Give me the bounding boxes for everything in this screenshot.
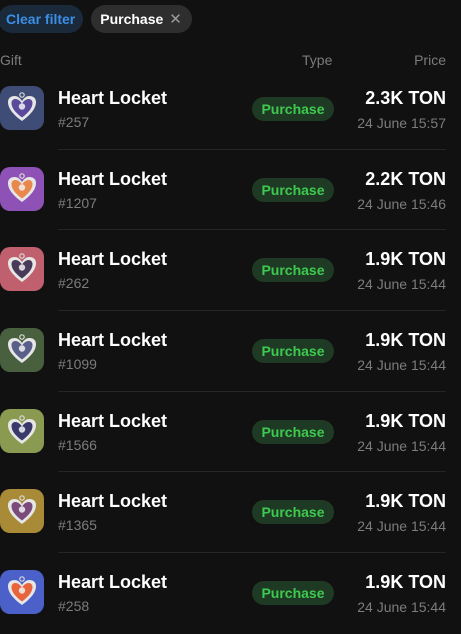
type-badge: Purchase [252, 500, 334, 525]
gift-number: #1207 [58, 194, 97, 211]
transaction-list: Heart Locket #257 Purchase 2.3K TON 24 J… [0, 69, 461, 634]
heart-locket-graphic [8, 172, 36, 202]
timestamp: 24 June 15:46 [357, 195, 446, 212]
heart-locket-graphic [8, 576, 36, 606]
type-badge: Purchase [252, 258, 334, 283]
list-item[interactable]: Heart Locket #1099 Purchase 1.9K TON 24 … [0, 311, 461, 392]
price-value: 2.3K TON [365, 88, 446, 108]
type-badge: Purchase [252, 581, 334, 606]
list-item[interactable]: Heart Locket #1207 Purchase 2.2K TON 24 … [0, 150, 461, 231]
gift-name: Heart Locket [58, 330, 168, 351]
gift-name: Heart Locket [58, 491, 168, 512]
gift-number: #1566 [58, 436, 97, 453]
timestamp: 24 June 15:44 [357, 599, 446, 616]
column-header-type: Type [302, 52, 333, 68]
heart-locket-graphic [8, 92, 36, 121]
list-item[interactable]: Heart Locket #1365 Purchase 1.9K TON 24 … [0, 472, 461, 554]
filter-chip-label: Purchase [100, 11, 164, 27]
close-icon[interactable]: ✕ [169, 12, 182, 27]
type-badge: Purchase [252, 97, 334, 121]
heart-locket-icon [0, 166, 44, 211]
timestamp: 24 June 15:44 [357, 276, 446, 293]
list-item[interactable]: Heart Locket #262 Purchase 1.9K TON 24 J… [0, 230, 461, 312]
timestamp: 24 June 15:44 [357, 437, 446, 454]
table-header: Gift Type Price [0, 52, 461, 68]
price-value: 1.9K TON [365, 330, 446, 351]
column-header-price: Price [414, 52, 446, 68]
heart-locket-graphic [8, 414, 36, 444]
gift-number: #1099 [58, 356, 97, 373]
price-value: 1.9K TON [365, 572, 446, 593]
timestamp: 24 June 15:44 [357, 357, 446, 374]
heart-locket-icon [0, 86, 44, 130]
gift-name: Heart Locket [58, 410, 168, 431]
heart-locket-graphic [8, 495, 36, 525]
heart-locket-graphic [8, 334, 36, 364]
heart-locket-icon [0, 247, 44, 292]
timestamp: 24 June 15:57 [357, 115, 446, 131]
heart-locket-icon [0, 408, 44, 453]
timestamp: 24 June 15:44 [357, 518, 446, 535]
price-value: 1.9K TON [365, 410, 446, 431]
column-header-gift: Gift [0, 52, 22, 68]
type-badge: Purchase [252, 339, 334, 364]
gift-number: #262 [58, 275, 90, 292]
list-item[interactable]: Heart Locket #257 Purchase 2.3K TON 24 J… [0, 69, 461, 150]
gift-name: Heart Locket [58, 168, 168, 189]
gift-number: #1365 [58, 517, 97, 534]
gift-number: #258 [58, 598, 90, 615]
type-badge: Purchase [252, 177, 334, 202]
type-badge: Purchase [252, 419, 334, 444]
heart-locket-icon [0, 489, 44, 534]
price-value: 1.9K TON [365, 249, 446, 270]
heart-locket-graphic [8, 253, 36, 283]
list-item[interactable]: Heart Locket #258 Purchase 1.9K TON 24 J… [0, 553, 461, 634]
heart-locket-icon [0, 570, 44, 615]
filter-bar: Clear filter Purchase ✕ [0, 5, 192, 35]
gift-name: Heart Locket [58, 572, 168, 593]
gift-name: Heart Locket [58, 88, 168, 108]
list-item[interactable]: Heart Locket #1566 Purchase 1.9K TON 24 … [0, 392, 461, 473]
gift-name: Heart Locket [58, 249, 168, 270]
price-value: 2.2K TON [365, 168, 446, 189]
filter-chip-purchase[interactable]: Purchase ✕ [91, 5, 192, 33]
clear-filter-label: Clear filter [6, 11, 76, 27]
heart-locket-icon [0, 328, 44, 373]
price-value: 1.9K TON [365, 491, 446, 512]
clear-filter-button[interactable]: Clear filter [0, 5, 84, 33]
gift-number: #257 [58, 114, 90, 130]
